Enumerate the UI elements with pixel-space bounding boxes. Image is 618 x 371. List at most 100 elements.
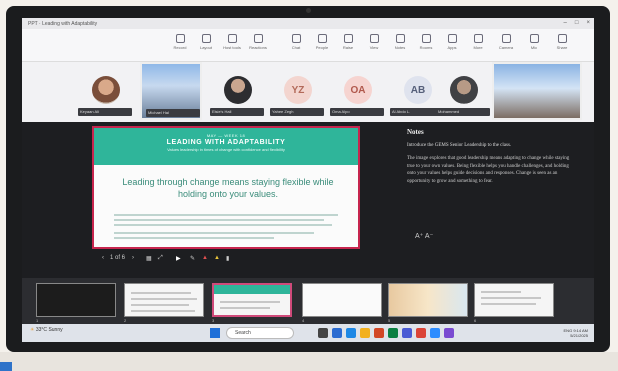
- toolbar-mic-button[interactable]: Mic: [522, 34, 546, 50]
- windows-taskbar: ☀ 33°C Sunny Search ENG 9:14 AM 5/21/202…: [22, 324, 594, 342]
- taskview-icon[interactable]: [318, 328, 328, 338]
- toolbar-camera-button[interactable]: Camera: [494, 34, 518, 50]
- notes-line: Introduce the GEMS Senior Leadership to …: [407, 143, 512, 148]
- participant-tile[interactable]: YZ Yahee Zegh: [266, 68, 328, 118]
- participant-tile[interactable]: Elsie's Hall: [206, 68, 268, 118]
- powerpoint-icon[interactable]: [374, 328, 384, 338]
- participant-tile[interactable]: OA Oma Alpo: [326, 68, 388, 118]
- highlighter-icon[interactable]: ▲: [214, 255, 220, 261]
- edge-icon[interactable]: [346, 328, 356, 338]
- hand-icon: [343, 34, 353, 43]
- view-icon: [369, 34, 379, 43]
- participant-name: Keyaan Ali: [78, 108, 132, 116]
- slide-body-line: [114, 237, 274, 239]
- teams-icon[interactable]: [402, 328, 412, 338]
- slide-kicker: MAY — WEEK 18: [206, 133, 246, 138]
- toolbar-shield-button[interactable]: Host tools: [220, 34, 244, 50]
- font-size-icon[interactable]: A⁺ A⁻: [415, 232, 433, 240]
- excel-icon[interactable]: [388, 328, 398, 338]
- shield-icon: [227, 34, 237, 43]
- slide-body-line: [114, 224, 332, 226]
- zoom-icon[interactable]: ⤢: [158, 255, 163, 262]
- minimize-icon[interactable]: –: [564, 20, 567, 26]
- laptop-bezel: PPT · Leading with Adaptability – □ × Re…: [6, 6, 610, 352]
- toolbar-label: Reactions: [249, 45, 267, 50]
- window-title: PPT · Leading with Adaptability: [28, 20, 98, 27]
- participant-name: Yahee Zegh: [270, 108, 324, 116]
- self-video[interactable]: [492, 62, 582, 120]
- toolbar-share-button[interactable]: Share: [550, 34, 574, 50]
- slide-thumbnail[interactable]: [388, 283, 468, 317]
- thumbnail-number: 1: [36, 318, 39, 323]
- thumbnail-number: 2: [124, 318, 127, 323]
- weather-widget[interactable]: ☀ 33°C Sunny: [30, 327, 63, 333]
- participant-name: Michael Hal: [146, 109, 200, 117]
- toolbar-label: Raise: [342, 45, 354, 50]
- toolbar-notes-button[interactable]: Notes: [388, 34, 412, 50]
- toolbar-layout-button[interactable]: Layout: [194, 34, 218, 50]
- weather-temp: 33°C: [35, 327, 48, 333]
- zoom-app-icon[interactable]: [430, 328, 440, 338]
- toolbar-chat-button[interactable]: Chat: [284, 34, 308, 50]
- toolbar-reactions-button[interactable]: Reactions: [246, 34, 270, 50]
- next-slide-icon[interactable]: ›: [132, 255, 134, 261]
- current-slide[interactable]: MAY — WEEK 18 LEADING WITH ADAPTABILITY …: [92, 126, 360, 249]
- presenter-view: MAY — WEEK 18 LEADING WITH ADAPTABILITY …: [22, 122, 594, 278]
- participant-tile[interactable]: Keyaan Ali: [74, 68, 136, 118]
- close-icon[interactable]: ×: [586, 20, 590, 26]
- desk-object: [0, 362, 12, 371]
- toolbar-hand-button[interactable]: Raise: [336, 34, 360, 50]
- chrome-icon[interactable]: [416, 328, 426, 338]
- toolbar-record-button[interactable]: Record: [168, 34, 192, 50]
- avatar: [92, 76, 120, 104]
- participant-tile[interactable]: Mohammed: [432, 68, 494, 118]
- outlook-icon[interactable]: [332, 328, 342, 338]
- pointer-icon[interactable]: ▶: [176, 255, 181, 262]
- toolbar-label: Record: [173, 45, 187, 50]
- thumbnail-number: 3: [212, 318, 215, 323]
- speaker-notes[interactable]: Notes Introduce the GEMS Senior Leadersh…: [407, 128, 577, 240]
- start-button[interactable]: [210, 328, 220, 338]
- eraser-icon[interactable]: ▮: [226, 255, 229, 262]
- initials-avatar: AB: [404, 76, 432, 104]
- title-bar: PPT · Leading with Adaptability – □ ×: [22, 18, 594, 29]
- toolbar-people-button[interactable]: People: [310, 34, 334, 50]
- explorer-icon[interactable]: [360, 328, 370, 338]
- laser-icon[interactable]: ▲: [202, 255, 208, 261]
- notes-icon: [395, 34, 405, 43]
- people-icon: [317, 34, 327, 43]
- system-tray[interactable]: ENG 9:14 AM 5/21/2025: [564, 328, 588, 338]
- maximize-icon[interactable]: □: [575, 20, 579, 26]
- prev-slide-icon[interactable]: ‹: [102, 255, 104, 261]
- slide-thumbnail[interactable]: [302, 283, 382, 317]
- participant-video[interactable]: Michael Hal: [140, 62, 202, 120]
- toolbar-more-button[interactable]: More: [466, 34, 490, 50]
- clock-date: 5/21/2025: [570, 333, 588, 338]
- toolbar-label: More: [473, 45, 483, 50]
- thumbnail-number: 6: [474, 318, 477, 323]
- toolbar-apps-button[interactable]: Apps: [440, 34, 464, 50]
- slide-body-line: [114, 214, 338, 216]
- onenote-icon[interactable]: [444, 328, 454, 338]
- more-icon: [473, 34, 483, 43]
- window-controls: – □ ×: [564, 20, 590, 26]
- webcam: [306, 8, 311, 13]
- camera-icon: [501, 34, 511, 43]
- participant-name: Oma Alpo: [330, 108, 384, 116]
- toolbar-view-button[interactable]: View: [362, 34, 386, 50]
- slide-thumbnail[interactable]: [474, 283, 554, 317]
- grid-view-icon[interactable]: ▦: [146, 255, 152, 262]
- initials-avatar: YZ: [284, 76, 312, 104]
- participant-strip: Keyaan Ali Michael Hal Elsie's Hall YZ Y…: [22, 62, 594, 122]
- toolbar-label: Host tools: [223, 45, 241, 50]
- reactions-icon: [253, 34, 263, 43]
- slide-thumbnail-selected[interactable]: [212, 283, 292, 317]
- rooms-icon: [421, 34, 431, 43]
- notes-paragraph: The image explores that good leadership …: [407, 156, 570, 184]
- toolbar-rooms-button[interactable]: Rooms: [414, 34, 438, 50]
- taskbar-search[interactable]: Search: [226, 327, 294, 339]
- pen-icon[interactable]: ✎: [190, 255, 195, 262]
- slide-thumbnail[interactable]: [124, 283, 204, 317]
- chat-icon: [291, 34, 301, 43]
- slide-thumbnail[interactable]: [36, 283, 116, 317]
